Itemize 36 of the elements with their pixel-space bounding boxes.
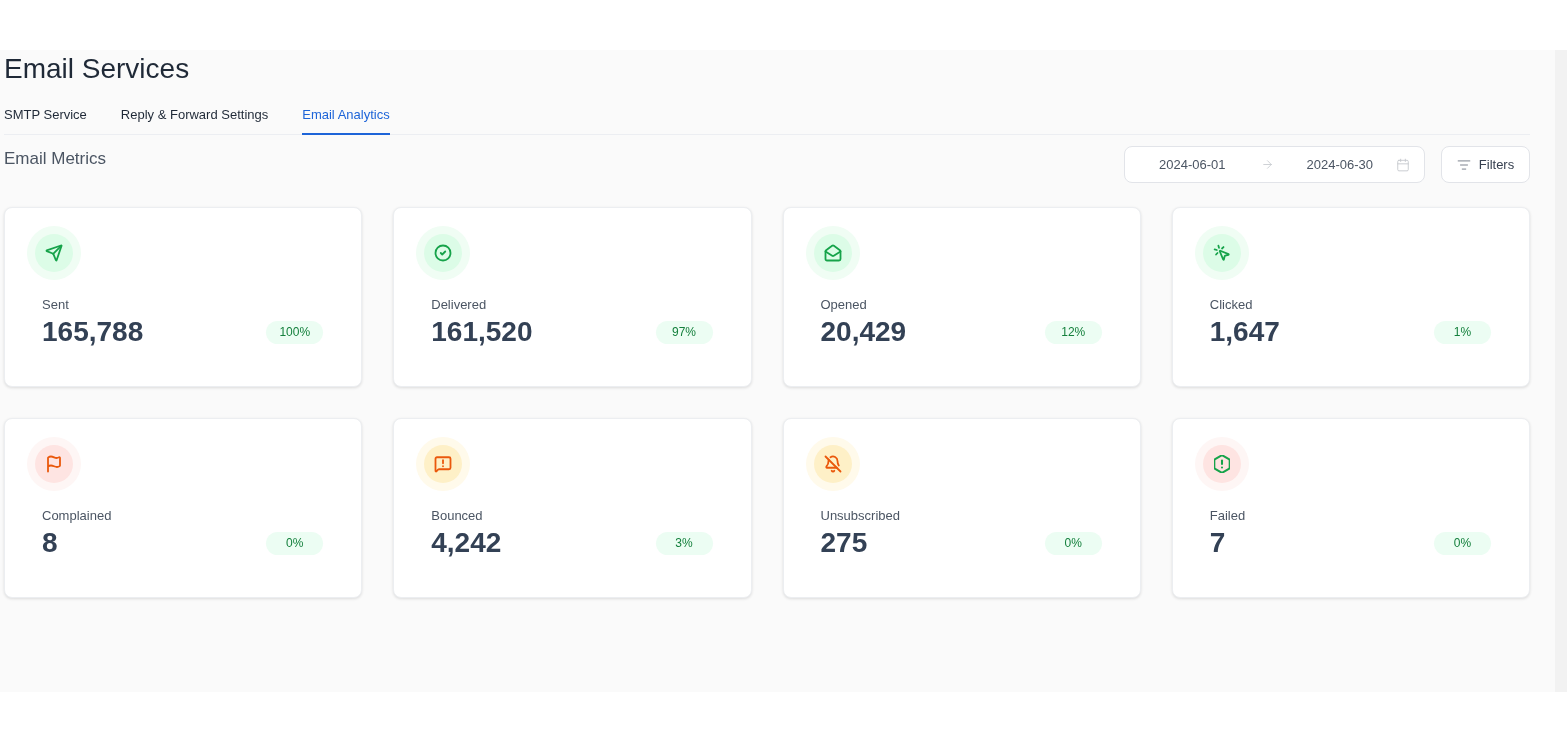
metric-label: Failed [1209,508,1246,524]
metric-label: Sent [42,297,69,313]
percent-badge: 12% [1044,320,1102,344]
metric-value: 1,647 [1209,316,1280,348]
arrow-right-icon [1260,158,1274,171]
filters-button[interactable]: Filters [1441,146,1530,183]
metric-label: Clicked [1209,297,1253,313]
tab[interactable]: Email Analytics [302,107,390,135]
percent-badge: 0% [1434,531,1491,555]
metric-label: Unsubscribed [820,508,900,524]
metric-value: 161,520 [431,316,533,348]
tab[interactable]: SMTP Service [4,107,87,135]
metric-value: 20,429 [820,316,907,348]
metric-value: 165,788 [42,316,144,348]
metric-label: Complained [42,508,112,524]
percent-badge: 100% [266,320,324,344]
percent-badge: 0% [266,531,324,555]
filter-icon [1456,157,1471,172]
percent-badge: 3% [655,531,713,555]
percent-badge: 1% [1434,320,1491,344]
metric-label: Bounced [431,508,483,524]
end-date[interactable]: 2024-06-30 [1306,154,1373,175]
page-title: Email Services [4,52,190,86]
metric-label: Delivered [431,297,487,313]
percent-badge: 97% [655,320,713,344]
metric-value: 7 [1209,527,1226,559]
metric-value: 8 [42,527,58,559]
percent-badge: 0% [1044,531,1102,555]
metric-value: 4,242 [431,527,502,559]
calendar-icon[interactable] [1396,157,1410,172]
metric-value: 275 [820,527,868,559]
tab[interactable]: Reply & Forward Settings [120,107,269,135]
metric-label: Opened [820,297,867,313]
section-title: Email Metrics [4,148,106,170]
start-date[interactable]: 2024-06-01 [1159,154,1226,175]
date-range-field[interactable]: 2024-06-01 2024-06-30 [1124,146,1425,183]
